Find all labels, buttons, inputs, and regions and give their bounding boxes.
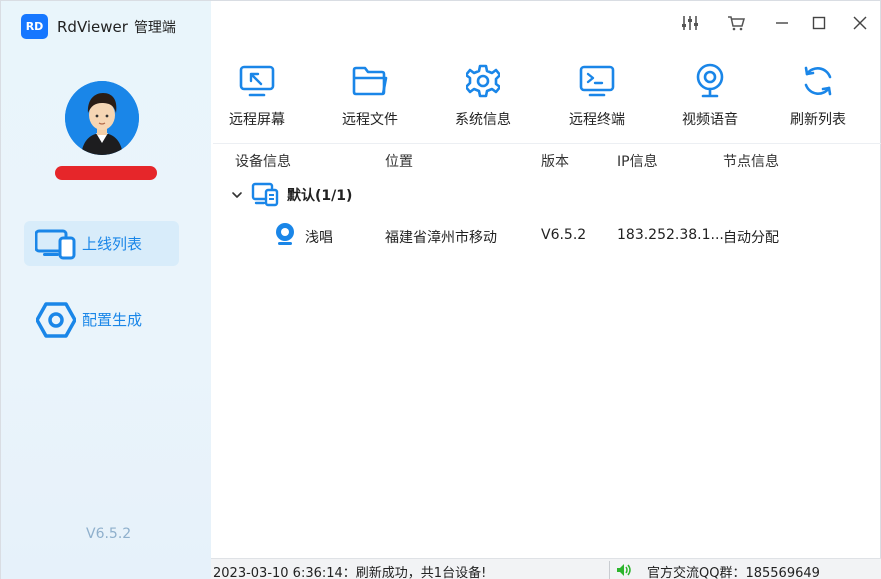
toolbar-label: 远程终端 <box>569 112 625 128</box>
folder-icon <box>350 61 390 101</box>
toolbar-remote-screen-button[interactable]: 远程屏幕 <box>212 61 302 131</box>
sidebar-item-config-generate[interactable]: 配置生成 <box>24 297 179 342</box>
username-redacted-bar <box>55 166 157 180</box>
column-header-device[interactable]: 设备信息 <box>235 151 291 171</box>
settings-sliders-icon <box>682 16 698 30</box>
column-header-location[interactable]: 位置 <box>385 151 413 171</box>
app-title: RdViewer 管理端 <box>57 17 176 37</box>
qq-group-info: 官方交流QQ群：185569649 <box>647 566 820 579</box>
cart-icon <box>728 16 745 31</box>
toolbar-divider <box>213 143 881 144</box>
status-bar: 2023-03-10 6:36:14：刷新成功，共1台设备! 官方交流QQ群：1… <box>211 558 881 579</box>
app-logo: RD <box>21 14 48 39</box>
terminal-icon <box>577 61 617 101</box>
toolbar-refresh-list-button[interactable]: 刷新列表 <box>773 61 863 131</box>
column-header-node[interactable]: 节点信息 <box>723 151 779 171</box>
toolbar-remote-terminal-button[interactable]: 远程终端 <box>552 61 642 131</box>
cart-button[interactable] <box>722 9 750 37</box>
status-separator <box>609 561 610 579</box>
sidebar: RD RdViewer 管理端 上线列表 配置生成 V6.5.2 <box>1 1 211 579</box>
sidebar-item-label: 配置生成 <box>82 311 143 329</box>
maximize-icon <box>812 16 826 30</box>
minimize-icon <box>776 22 788 24</box>
toolbar-label: 刷新列表 <box>790 112 846 128</box>
sidebar-item-online-list[interactable]: 上线列表 <box>24 221 179 266</box>
toolbar-label: 系统信息 <box>455 112 511 128</box>
sidebar-item-label: 上线列表 <box>82 235 143 253</box>
toolbar-video-voice-button[interactable]: 视频语音 <box>665 61 755 131</box>
gear-icon <box>463 61 503 101</box>
ip-cell: 183.252.38.1... <box>617 227 724 243</box>
hexagon-settings-icon <box>34 301 78 338</box>
device-group-icon <box>251 182 279 207</box>
webcam-status-icon <box>276 223 294 245</box>
location-cell: 福建省漳州市移动 <box>385 230 497 246</box>
maximize-button[interactable] <box>805 9 833 37</box>
app-title-name: RdViewer <box>57 18 128 36</box>
toolbar-remote-file-button[interactable]: 远程文件 <box>325 61 415 131</box>
column-header-version[interactable]: 版本 <box>541 151 569 171</box>
webcam-icon <box>690 61 730 101</box>
version-cell: V6.5.2 <box>541 227 587 243</box>
avatar[interactable] <box>65 81 139 155</box>
toolbar-label: 远程屏幕 <box>229 112 285 128</box>
close-icon <box>853 16 867 30</box>
node-cell: 自动分配 <box>723 230 779 246</box>
chevron-down-icon[interactable] <box>231 190 243 200</box>
app-window: RD RdViewer 管理端 上线列表 配置生成 V6.5.2 远程屏幕 远程… <box>0 0 881 579</box>
app-title-subtitle: 管理端 <box>133 20 176 36</box>
toolbar-label: 视频语音 <box>682 112 738 128</box>
version-label: V6.5.2 <box>86 526 132 542</box>
close-button[interactable] <box>846 9 874 37</box>
toolbar-label: 远程文件 <box>342 112 398 128</box>
device-name-cell: 浅唱 <box>305 230 333 246</box>
device-group-row[interactable]: 默认(1/1) <box>231 179 352 211</box>
refresh-icon <box>798 61 838 101</box>
device-group-label: 默认(1/1) <box>287 188 353 204</box>
settings-sliders-button[interactable] <box>676 9 704 37</box>
devices-icon <box>34 226 78 262</box>
column-header-ip[interactable]: IP信息 <box>617 151 658 171</box>
toolbar-system-info-button[interactable]: 系统信息 <box>438 61 528 131</box>
minimize-button[interactable] <box>768 9 796 37</box>
remote-screen-icon <box>237 61 277 101</box>
avatar-person-icon <box>65 81 139 155</box>
status-message: 2023-03-10 6:36:14：刷新成功，共1台设备! <box>213 566 487 579</box>
speaker-icon[interactable] <box>615 562 633 578</box>
